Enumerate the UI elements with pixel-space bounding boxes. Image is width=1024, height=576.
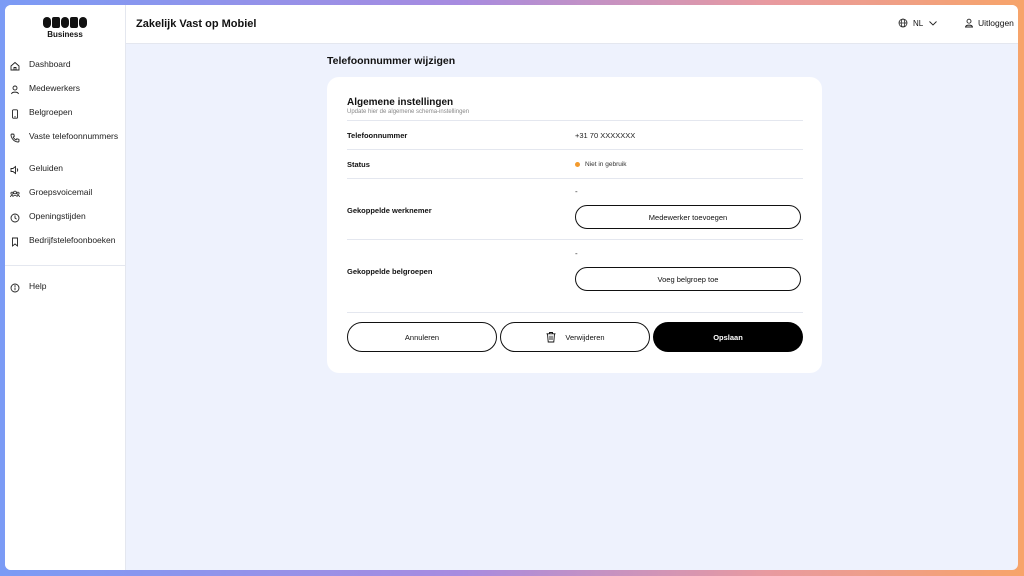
save-button[interactable]: Opslaan xyxy=(653,322,803,352)
divider xyxy=(347,239,803,240)
sidebar: Business Dashboard Medewerkers Belgroepe… xyxy=(5,5,126,570)
cancel-button[interactable]: Annuleren xyxy=(347,322,497,352)
logout-label: Uitloggen xyxy=(978,18,1014,28)
user-icon xyxy=(11,85,19,95)
sidebar-item-label: Medewerkers xyxy=(29,83,81,93)
group-value: - xyxy=(575,249,578,258)
sidebar-item-geluiden[interactable]: Geluiden xyxy=(5,163,125,188)
group-label: Gekoppelde belgroepen xyxy=(347,267,433,276)
sidebar-item-label: Bedrijfstelefoonboeken xyxy=(29,235,116,245)
sidebar-item-label: Belgroepen xyxy=(29,107,73,117)
odido-logo[interactable]: Business xyxy=(5,17,125,39)
sidebar-item-label: Dashboard xyxy=(29,59,71,69)
delete-label: Verwijderen xyxy=(565,332,605,342)
status-dot xyxy=(575,162,580,167)
sidebar-item-label: Help xyxy=(29,281,47,291)
clock-icon xyxy=(10,213,20,223)
logo-mark xyxy=(5,17,125,28)
home-icon xyxy=(10,61,20,71)
bookmark-icon xyxy=(12,237,18,247)
divider xyxy=(347,149,803,150)
sidebar-item-dashboard[interactable]: Dashboard xyxy=(5,59,125,84)
sidebar-item-vaste-telefoonnummers[interactable]: Vaste telefoonnummers xyxy=(5,131,125,164)
phone-value: +31 70 XXXXXXX xyxy=(575,131,636,140)
language-selector[interactable]: NL xyxy=(898,18,938,28)
sidebar-help-section: Help xyxy=(5,281,125,306)
sidebar-item-groepsvoicemail[interactable]: Groepsvoicemail xyxy=(5,187,125,212)
chevron-down-icon xyxy=(929,21,938,26)
divider xyxy=(347,312,803,313)
phone-icon xyxy=(10,133,20,143)
sidebar-divider xyxy=(5,265,125,266)
app-title: Zakelijk Vast op Mobiel xyxy=(136,18,257,30)
status-value: Niet in gebruik xyxy=(585,161,627,168)
sidebar-item-label: Geluiden xyxy=(29,163,64,173)
sidebar-item-openingstijden[interactable]: Openingstijden xyxy=(5,211,125,236)
employee-label: Gekoppelde werknemer xyxy=(347,206,432,215)
sidebar-item-belgroepen[interactable]: Belgroepen xyxy=(5,107,125,132)
user-icon xyxy=(964,18,974,28)
logo-subtitle: Business xyxy=(47,30,83,39)
divider xyxy=(347,120,803,121)
add-employee-button[interactable]: Medewerker toevoegen xyxy=(575,205,801,229)
group-icon xyxy=(10,190,20,198)
sidebar-item-label: Vaste telefoonnummers xyxy=(29,131,119,141)
status-label: Status xyxy=(347,160,370,169)
sidebar-item-help[interactable]: Help xyxy=(5,281,125,306)
status-indicator: Niet in gebruik xyxy=(575,161,627,168)
info-icon xyxy=(10,283,20,293)
globe-icon xyxy=(898,18,908,28)
top-bar: Zakelijk Vast op Mobiel NL Uitloggen xyxy=(126,5,1018,44)
save-label: Opslaan xyxy=(713,332,743,342)
section-subtitle: Update hier de algemene schema-instellin… xyxy=(347,109,470,115)
mobile-phone-icon xyxy=(12,109,18,119)
trash-icon xyxy=(546,332,556,343)
delete-button[interactable]: Verwijderen xyxy=(500,322,650,352)
sidebar-item-label: Groepsvoicemail xyxy=(29,187,93,197)
speaker-icon xyxy=(10,165,19,175)
logout-button[interactable]: Uitloggen xyxy=(964,18,1014,28)
sidebar-nav: Dashboard Medewerkers Belgroepen Vaste t… xyxy=(5,59,125,260)
settings-card: Algemene instellingen Update hier de alg… xyxy=(327,77,822,373)
cancel-label: Annuleren xyxy=(404,332,440,342)
employee-value: - xyxy=(575,187,578,196)
sidebar-item-medewerkers[interactable]: Medewerkers xyxy=(5,83,125,108)
section-title: Algemene instellingen xyxy=(347,97,454,108)
sidebar-item-label: Openingstijden xyxy=(29,211,86,221)
sidebar-item-bedrijfstelefoonboeken[interactable]: Bedrijfstelefoonboeken xyxy=(5,235,125,260)
divider xyxy=(347,178,803,179)
language-label: NL xyxy=(913,18,924,28)
phone-label: Telefoonnummer xyxy=(347,131,408,140)
add-group-button[interactable]: Voeg belgroep toe xyxy=(575,267,801,291)
app-frame: Business Dashboard Medewerkers Belgroepe… xyxy=(5,5,1018,570)
page-title: Telefoonnummer wijzigen xyxy=(327,55,456,67)
